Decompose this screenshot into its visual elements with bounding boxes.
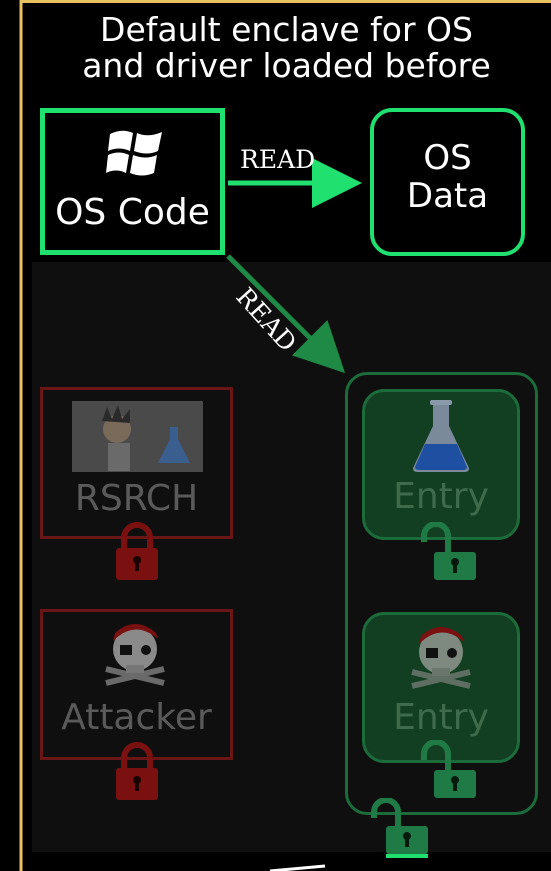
attacker-lock-icon <box>116 742 158 800</box>
entry-label-2: Entry <box>393 697 489 738</box>
entry-skull-icon <box>411 627 471 689</box>
researcher-icon <box>72 401 203 472</box>
rsrch-label: RSRCH <box>74 478 199 519</box>
attacker-label: Attacker <box>61 697 212 738</box>
rsrch-lock-icon <box>116 522 158 580</box>
enclave-unlocked-lock-icon <box>371 798 428 858</box>
diagram-canvas: Default enclave for OS and driver loaded… <box>0 0 551 871</box>
entry-1-unlocked-lock-icon <box>421 522 476 580</box>
entry-label-1: Entry <box>393 476 489 517</box>
attacker-skull-icon <box>105 624 165 686</box>
read-label-1: READ <box>240 145 316 174</box>
entry-2-unlocked-lock-icon <box>421 740 476 798</box>
flask-icon <box>413 400 469 472</box>
